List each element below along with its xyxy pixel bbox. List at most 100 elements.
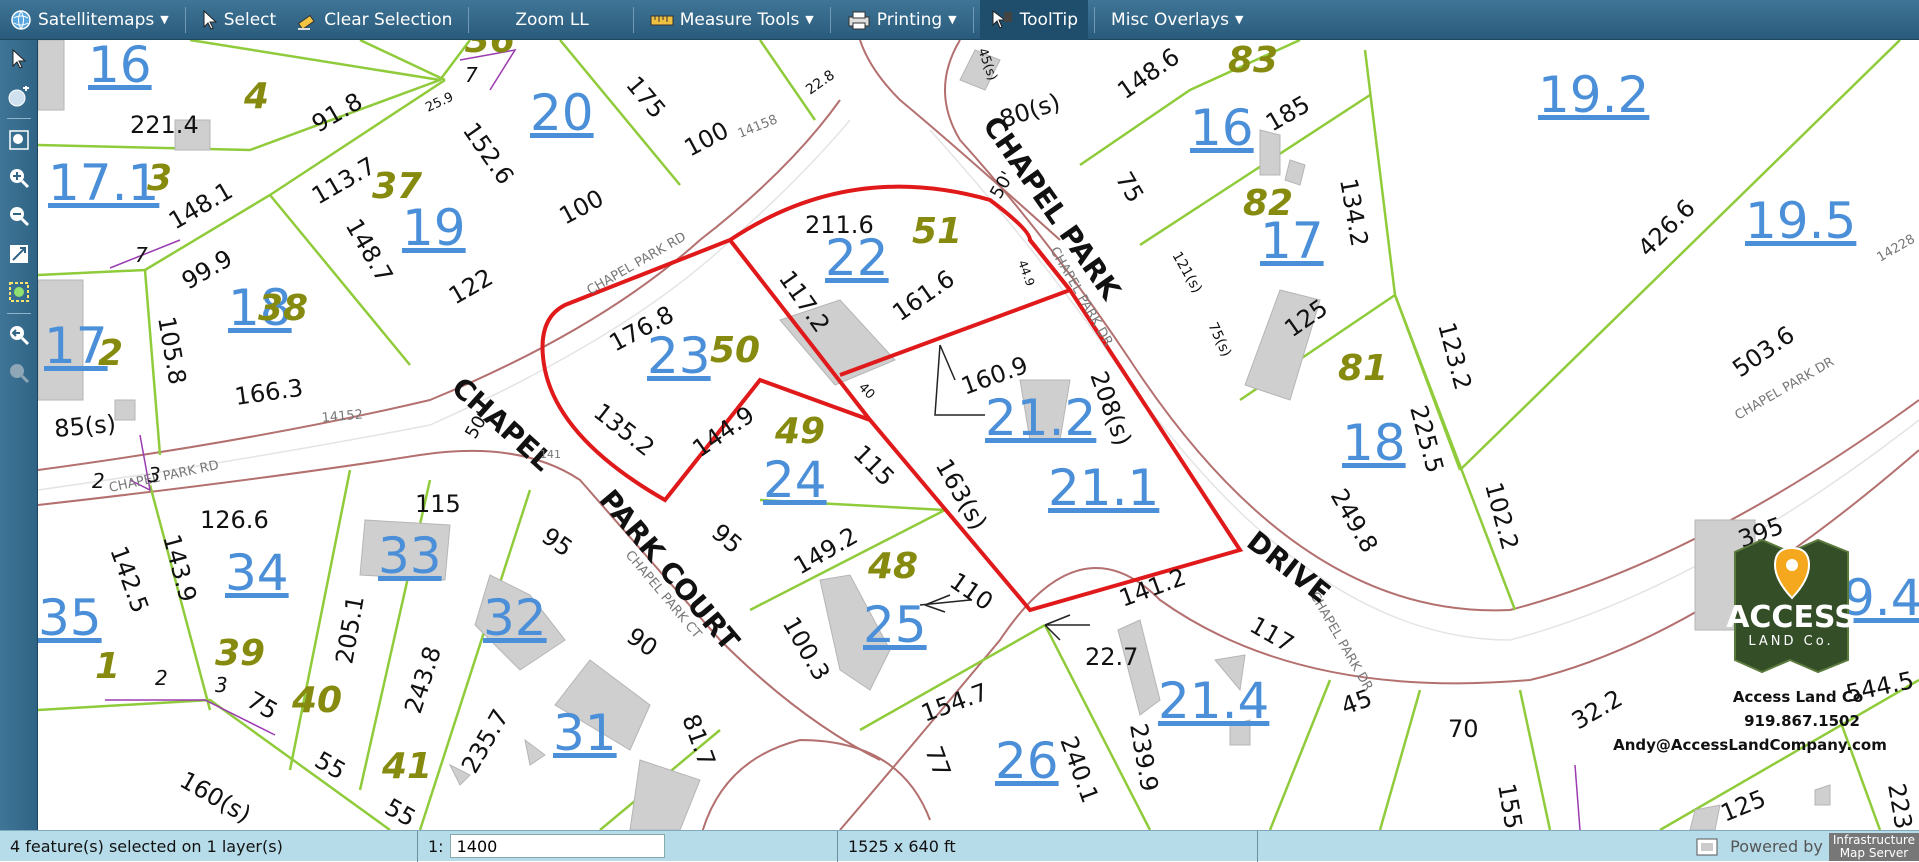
dimension-label: 163(s) [930, 454, 993, 535]
lot-number[interactable]: 26 [995, 732, 1059, 790]
scale-input[interactable] [449, 834, 665, 858]
zoom-out-icon [10, 207, 30, 227]
lot-number[interactable]: 31 [553, 704, 617, 762]
dimension-label: 85(s) [53, 410, 117, 443]
dimension-label: 100 [555, 184, 609, 230]
full-extent-button[interactable] [0, 235, 38, 273]
lot-number[interactable]: 34 [225, 544, 289, 602]
dimension-label: 115 [415, 490, 461, 518]
lot-number[interactable]: 19.5 [1745, 192, 1856, 250]
dimension-label: 110 [945, 567, 999, 616]
dimension-label: 235.7 [456, 704, 515, 778]
street-label: 14158 [736, 112, 780, 141]
dimension-label: 141.2 [1115, 563, 1189, 613]
acre-label: 49 [774, 411, 825, 452]
dimension-label: 100 [680, 116, 734, 162]
lot-number[interactable]: 21.2 [985, 389, 1096, 447]
lot-number[interactable]: 33 [378, 527, 442, 585]
acre-label: 41 [381, 746, 432, 787]
tooltip-button[interactable]: ToolTip [979, 0, 1089, 40]
lot-number[interactable]: 18 [1342, 414, 1406, 472]
dimension-label: 7 [465, 63, 478, 87]
map-canvas[interactable]: CHAPEL PARK RD CHAPEL PARK RD CHAPEL PAR… [38, 40, 1919, 830]
dimension-label: 32.2 [1567, 684, 1627, 735]
chevron-down-icon: ▼ [805, 13, 814, 26]
dimension-label: 142.5 [104, 542, 154, 616]
globe-icon [11, 9, 31, 30]
toolbar-divider [829, 6, 831, 33]
dimension-label: 2 [155, 666, 168, 690]
map-icon[interactable] [1694, 836, 1720, 858]
previous-extent-button[interactable] [0, 316, 38, 354]
dimension-label: 113.7 [307, 152, 381, 211]
basemap-menu[interactable]: Satellitemaps ▼ [0, 0, 179, 40]
zoom-out-button[interactable] [0, 197, 38, 235]
lot-number[interactable]: 32 [483, 589, 547, 647]
lot-number[interactable]: 25 [863, 596, 927, 654]
acre-label: 39 [215, 633, 265, 674]
lot-number[interactable]: 19.2 [1538, 66, 1649, 124]
hand-globe-icon [8, 86, 29, 107]
toolbar-divider [972, 6, 974, 33]
toolbar-divider [632, 6, 634, 33]
dimension-label: 40 [855, 380, 877, 402]
dimension-label: 55 [380, 793, 420, 830]
street-label: 14228 [1875, 232, 1918, 266]
powered-by: Powered by Infrastructure Map Server [1694, 831, 1919, 862]
clear-selection-button[interactable]: Clear Selection [286, 0, 462, 40]
dimension-label: 152.6 [457, 117, 519, 189]
dimension-label: 175 [620, 71, 671, 124]
printer-icon [848, 11, 870, 29]
lot-number[interactable]: 35 [38, 589, 102, 647]
lot-number[interactable]: 21.1 [1048, 459, 1159, 517]
zoom-in-button[interactable] [0, 159, 38, 197]
zoom-in-icon [10, 169, 30, 189]
dimension-label: 25.9 [423, 90, 456, 116]
contact-name: Access Land Co [1733, 688, 1863, 706]
dimension-label: 70 [1448, 715, 1479, 743]
dimension-label: 148.1 [164, 177, 238, 236]
dimension-label: 221.4 [130, 111, 199, 139]
pointer-tool-button[interactable] [0, 40, 38, 78]
lot-number[interactable]: 16 [1190, 99, 1254, 157]
measure-tools-menu[interactable]: Measure Tools ▼ [640, 0, 824, 40]
printing-menu[interactable]: Printing ▼ [837, 0, 967, 40]
select-button[interactable]: Select [192, 0, 286, 40]
pan-tool-button[interactable] [0, 78, 38, 116]
dimension-label: 125 [1717, 784, 1770, 827]
dimension-label: 155 [1492, 781, 1528, 830]
dimension-label: 154.7 [917, 678, 991, 728]
parcel-map: CHAPEL PARK RD CHAPEL PARK RD CHAPEL PAR… [38, 40, 1919, 830]
tooltip-label: ToolTip [1019, 9, 1079, 30]
eraser-icon [298, 14, 315, 30]
status-bar: 4 feature(s) selected on 1 layer(s) 1: 1… [0, 830, 1919, 862]
zoom-ll-button[interactable]: Zoom LL [475, 0, 626, 40]
dimension-label: 239.9 [1124, 721, 1164, 794]
misc-overlays-menu[interactable]: Misc Overlays ▼ [1101, 0, 1253, 40]
scale-prefix: 1: [428, 836, 444, 856]
dimension-label: 95 [706, 518, 747, 559]
selection-status: 4 feature(s) selected on 1 layer(s) [0, 830, 418, 862]
zoom-box-button[interactable] [0, 121, 38, 159]
lot-number[interactable]: 17.1 [48, 154, 159, 212]
dimension-label: 144.9 [687, 401, 759, 463]
dimension-label: 243.8 [399, 643, 447, 717]
lot-number[interactable]: 21.4 [1158, 672, 1269, 730]
dimension-label: 166.3 [233, 374, 305, 411]
contact-email: Andy@AccessLandCompany.com [1613, 736, 1887, 754]
zoom-box-icon [9, 130, 29, 150]
expand-icon [10, 245, 28, 263]
dimension-label: 185 [1261, 90, 1315, 137]
zoom-selected-button[interactable] [0, 273, 38, 311]
toolbar-divider [468, 6, 470, 33]
dimension-label: 148.7 [340, 214, 399, 288]
next-extent-button[interactable] [0, 354, 38, 392]
dimension-label: 3 [215, 673, 228, 697]
lot-number[interactable]: 16 [88, 40, 152, 94]
acre-label: 48 [867, 546, 918, 587]
lot-number[interactable]: 19 [402, 199, 466, 257]
dimension-label: 3 [148, 463, 161, 487]
lot-number[interactable]: 24 [763, 451, 827, 509]
lot-number[interactable]: 20 [530, 84, 594, 142]
logo-word-access: ACCESS [1726, 600, 1856, 635]
